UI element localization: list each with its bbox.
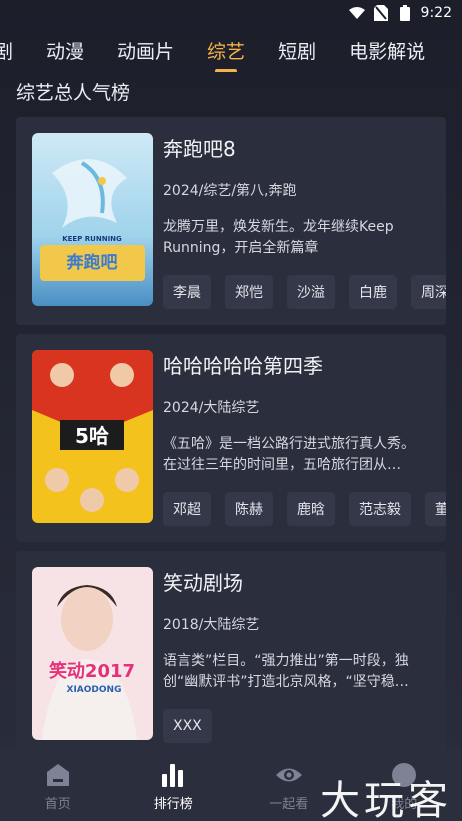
cast-chip[interactable]: 董 — [425, 492, 446, 526]
show-poster[interactable]: 5哈 — [32, 350, 153, 523]
status-bar: 9:22 — [0, 0, 462, 26]
cast-list: 李晨 郑恺 沙溢 白鹿 周深 — [163, 275, 446, 309]
cast-chip[interactable]: 周深 — [411, 275, 446, 309]
show-title[interactable]: 笑动剧场 — [163, 567, 243, 596]
tab-cartoon[interactable]: 动画片 — [117, 37, 174, 64]
tab-variety[interactable]: 综艺 — [207, 37, 245, 64]
cast-chip[interactable]: 鹿晗 — [287, 492, 335, 526]
show-description: 《五哈》是一档公路行进式旅行真人秀。在过往三年的时间里，五哈旅行团从… — [163, 436, 415, 473]
show-description: 语言类”栏目。“强力推出”第一时段，独创“幽默评书”打造北京风格，“坚守稳… — [163, 653, 409, 690]
show-card[interactable]: 奔跑吧 KEEP RUNNING 奔跑吧8 2024/综艺/第八,奔跑 龙腾万里… — [16, 117, 446, 325]
nav-ranking-label: 排行榜 — [153, 797, 193, 812]
wifi-icon — [348, 5, 365, 21]
battery-icon — [397, 5, 413, 21]
nav-ranking[interactable]: 排行榜 — [116, 750, 232, 821]
status-time: 9:22 — [420, 5, 452, 21]
ranking-list: 奔跑吧 KEEP RUNNING 奔跑吧8 2024/综艺/第八,奔跑 龙腾万里… — [16, 117, 446, 768]
poster-subtitle-text: KEEP RUNNING — [62, 235, 122, 243]
tab-drama[interactable]: 剧 — [0, 37, 13, 64]
poster-title-text: 5哈 — [75, 424, 109, 448]
section-title: 综艺总人气榜 — [16, 82, 131, 104]
tab-movie-commentary[interactable]: 电影解说 — [349, 37, 425, 64]
cast-chip[interactable]: 陈赫 — [225, 492, 273, 526]
home-icon — [46, 764, 69, 786]
show-description: 龙腾万里，焕发新生。龙年继续Keep Running，开启全新篇章 — [163, 219, 394, 256]
category-tabs: 剧 动漫 动画片 综艺 短剧 电影解说 — [0, 28, 462, 72]
app-screen: 9:22 剧 动漫 动画片 综艺 短剧 电影解说 综艺总人气榜 奔跑吧 KEEP… — [0, 0, 462, 821]
show-title[interactable]: 奔跑吧8 — [163, 133, 236, 162]
show-title[interactable]: 哈哈哈哈哈第四季 — [163, 350, 323, 379]
poster-subtitle-text: XIAODONG — [67, 685, 122, 695]
watermark-logo: 大玩客 — [320, 778, 452, 821]
show-meta: 2018/大陆综艺 — [163, 617, 260, 633]
tab-anime[interactable]: 动漫 — [46, 37, 84, 64]
poster-title-text: 笑动2017 — [49, 660, 135, 682]
cast-chip[interactable]: 邓超 — [163, 492, 211, 526]
show-poster[interactable]: 奔跑吧 KEEP RUNNING — [32, 133, 153, 306]
no-sim-icon — [373, 5, 389, 21]
show-poster[interactable]: 笑动2017 XIAODONG — [32, 567, 153, 740]
tab-short-drama[interactable]: 短剧 — [278, 37, 316, 64]
cast-chip[interactable]: 沙溢 — [287, 275, 335, 309]
cast-chip[interactable]: XXX — [163, 709, 212, 743]
cast-list: 邓超 陈赫 鹿晗 范志毅 董 — [163, 492, 446, 526]
show-meta: 2024/大陆综艺 — [163, 400, 260, 416]
show-meta: 2024/综艺/第八,奔跑 — [163, 183, 297, 199]
chart-icon — [162, 764, 184, 787]
poster-title-text: 奔跑吧 — [66, 252, 118, 273]
nav-home[interactable]: 首页 — [0, 750, 116, 821]
nav-home-label: 首页 — [44, 797, 71, 812]
cast-chip[interactable]: 白鹿 — [349, 275, 397, 309]
cast-chip[interactable]: 范志毅 — [349, 492, 411, 526]
show-card[interactable]: 5哈 哈哈哈哈哈第四季 2024/大陆综艺 《五哈》是一档公路行进式旅行真人秀。… — [16, 334, 446, 542]
cast-chip[interactable]: 李晨 — [163, 275, 211, 309]
cast-list: XXX — [163, 709, 446, 743]
cast-chip[interactable]: 郑恺 — [225, 275, 273, 309]
eye-icon — [275, 768, 302, 782]
nav-watch-together-label: 一起看 — [269, 797, 309, 812]
show-card[interactable]: 笑动2017 XIAODONG 笑动剧场 2018/大陆综艺 语言类”栏目。“强… — [16, 551, 446, 759]
